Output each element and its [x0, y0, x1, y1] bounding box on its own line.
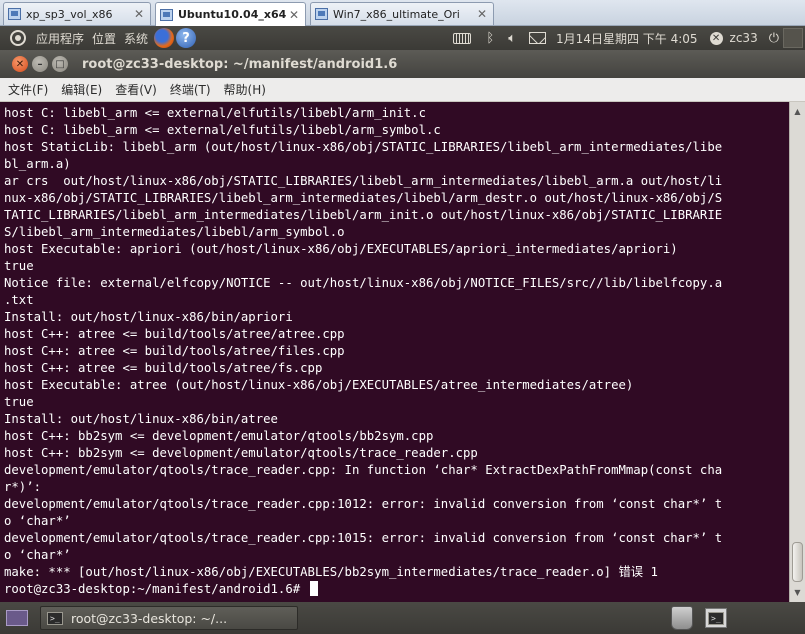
terminal-titlebar[interactable]: ✕ – □ root@zc33-desktop: ~/manifest/andr… — [0, 50, 805, 78]
window-close-button[interactable]: ✕ — [12, 56, 28, 72]
bluetooth-icon[interactable]: ᛒ — [486, 31, 494, 46]
terminal-line: o ‘char*’ — [4, 548, 71, 562]
close-icon[interactable]: ✕ — [287, 8, 301, 22]
scroll-up-icon[interactable]: ▲ — [790, 104, 805, 119]
terminal-line: host StaticLib: libebl_arm (out/host/lin… — [4, 140, 723, 154]
terminal-line: development/emulator/qtools/trace_reader… — [4, 463, 723, 477]
terminal-line: host C: libebl_arm <= external/elfutils/… — [4, 106, 426, 120]
power-icon[interactable]: ⏻ — [769, 31, 779, 46]
terminal-line: host Executable: atree (out/host/linux-x… — [4, 378, 634, 392]
terminal-line: Install: out/host/linux-x86/bin/apriori — [4, 310, 293, 324]
terminal-line: Install: out/host/linux-x86/bin/atree — [4, 412, 278, 426]
menu-places[interactable]: 位置 — [88, 26, 120, 50]
terminal-line: host C++: atree <= build/tools/atree/atr… — [4, 327, 345, 341]
vm-tab-ubuntu[interactable]: Ubuntu10.04_x64 ✕ — [155, 2, 306, 26]
window-minimize-button[interactable]: – — [32, 56, 48, 72]
taskbar-terminal-button[interactable]: >_ root@zc33-desktop: ~/... — [40, 606, 298, 630]
user-menu[interactable]: zc33 — [726, 26, 762, 50]
terminal-line: host Executable: apriori (out/host/linux… — [4, 242, 678, 256]
terminal-line: host C++: bb2sym <= development/emulator… — [4, 429, 434, 443]
terminal-line: S/libebl_arm_intermediates/libebl/arm_sy… — [4, 225, 345, 239]
vm-tab-label: Win7_x86_ultimate_Ori — [333, 7, 460, 21]
terminal-scrollbar[interactable]: ▲ ▼ — [789, 102, 805, 602]
terminal-line: development/emulator/qtools/trace_reader… — [4, 497, 723, 511]
workspace-switcher-icon[interactable]: >_ — [705, 608, 727, 628]
vm-tab-label: Ubuntu10.04_x64 — [178, 8, 287, 21]
terminal-line: host C: libebl_arm <= external/elfutils/… — [4, 123, 441, 137]
volume-icon[interactable]: 🔈︎ — [508, 31, 516, 46]
terminal-line: nux-x86/obj/STATIC_LIBRARIES/libebl_arm_… — [4, 191, 723, 205]
menu-view[interactable]: 查看(V) — [107, 81, 162, 98]
menu-applications[interactable]: 应用程序 — [32, 26, 88, 50]
show-desktop-icon[interactable] — [6, 610, 28, 626]
window-maximize-button[interactable]: □ — [52, 56, 68, 72]
terminal-line: .txt — [4, 293, 34, 307]
keyboard-icon[interactable] — [453, 32, 472, 44]
terminal-line: host C++: atree <= build/tools/atree/fs.… — [4, 361, 323, 375]
terminal-icon: >_ — [708, 611, 724, 625]
terminal-line: true — [4, 259, 34, 273]
mail-icon[interactable] — [529, 32, 547, 44]
terminal-line: TATIC_LIBRARIES/libebl_arm_intermediates… — [4, 208, 723, 222]
scroll-down-icon[interactable]: ▼ — [790, 585, 805, 600]
trash-icon[interactable] — [671, 606, 693, 630]
taskbar-label: root@zc33-desktop: ~/... — [71, 610, 228, 626]
close-icon[interactable]: ✕ — [132, 7, 146, 21]
firefox-icon[interactable] — [154, 28, 175, 48]
prompt-line: root@zc33-desktop:~/manifest/android1.6# — [4, 581, 789, 598]
user-icon: ✕ — [709, 31, 723, 45]
vm-tab-label: xp_sp3_vol_x86 — [26, 7, 113, 21]
help-icon[interactable]: ? — [176, 28, 197, 48]
vm-tab-xp[interactable]: xp_sp3_vol_x86 ✕ — [3, 2, 151, 25]
terminal-line: true — [4, 395, 34, 409]
vm-icon — [160, 8, 173, 21]
terminal-line: r*)’: — [4, 480, 42, 494]
close-icon[interactable]: ✕ — [475, 7, 489, 21]
terminal-line: o ‘char*’ — [4, 514, 71, 528]
terminal-output[interactable]: host C: libebl_arm <= external/elfutils/… — [0, 102, 789, 602]
scroll-thumb[interactable] — [792, 542, 803, 582]
shell-prompt: root@zc33-desktop:~/manifest/android1.6# — [4, 582, 308, 596]
menu-help[interactable]: 帮助(H) — [216, 81, 271, 98]
menu-terminal[interactable]: 终端(T) — [162, 81, 216, 98]
terminal-line: host C++: atree <= build/tools/atree/fil… — [4, 344, 345, 358]
bottom-panel: >_ root@zc33-desktop: ~/... >_ — [0, 602, 805, 634]
menu-system[interactable]: 系统 — [120, 26, 152, 50]
window-title: root@zc33-desktop: ~/manifest/android1.6 — [82, 56, 398, 72]
menu-edit[interactable]: 编辑(E) — [53, 81, 107, 98]
terminal-menubar: 文件(F) 编辑(E) 查看(V) 终端(T) 帮助(H) — [0, 78, 805, 102]
terminal-line: Notice file: external/elfcopy/NOTICE -- … — [4, 276, 723, 290]
ubuntu-logo-icon[interactable] — [10, 30, 26, 46]
terminal-line: bl_arm.a) — [4, 157, 71, 171]
vm-icon — [315, 8, 328, 20]
text-cursor — [309, 581, 318, 596]
clock[interactable]: 1月14日星期四 下午 4:05 — [552, 26, 701, 50]
terminal-line: make: *** [out/host/linux-x86/obj/EXECUT… — [4, 565, 658, 579]
panel-end-icon[interactable] — [783, 28, 803, 48]
terminal-line: development/emulator/qtools/trace_reader… — [4, 531, 723, 545]
vm-tab-bar: xp_sp3_vol_x86 ✕ Ubuntu10.04_x64 ✕ Win7_… — [0, 0, 805, 26]
top-panel: 应用程序 位置 系统 ? ᛒ 🔈︎ 1月14日星期四 下午 4:05 ✕ zc3… — [0, 26, 805, 50]
terminal-line: host C++: bb2sym <= development/emulator… — [4, 446, 478, 460]
terminal-icon: >_ — [47, 611, 63, 625]
terminal-line: ar crs out/host/linux-x86/obj/STATIC_LIB… — [4, 174, 723, 188]
vm-icon — [8, 8, 21, 20]
vm-tab-win7[interactable]: Win7_x86_ultimate_Ori ✕ — [310, 2, 494, 25]
menu-file[interactable]: 文件(F) — [0, 81, 53, 98]
